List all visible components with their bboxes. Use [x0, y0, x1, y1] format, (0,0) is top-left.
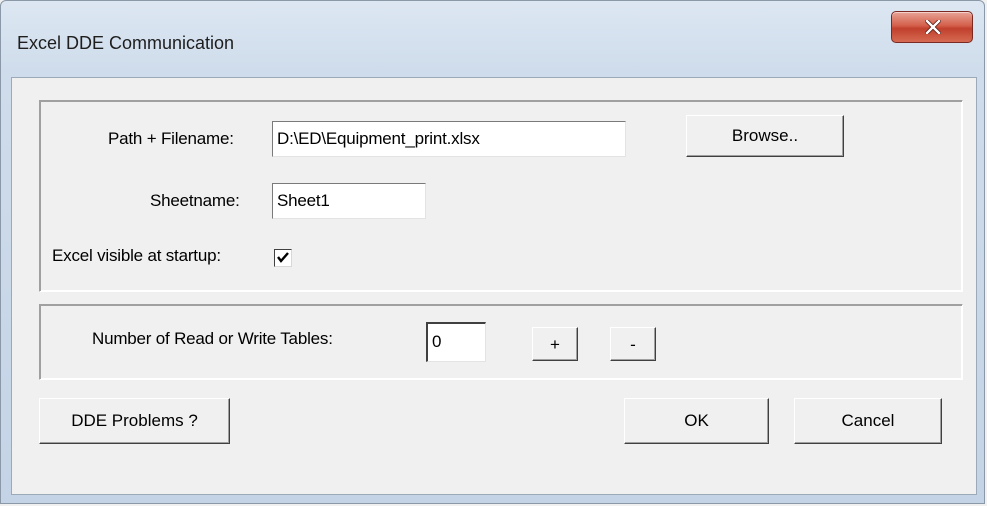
dialog-window: Excel DDE Communication Path + Filename:…: [0, 0, 985, 504]
checkmark-icon: [277, 252, 289, 263]
table-count-label: Number of Read or Write Tables:: [92, 329, 333, 348]
path-filename-label: Path + Filename:: [108, 129, 234, 148]
excel-visible-label: Excel visible at startup:: [52, 246, 221, 265]
dde-problems-button[interactable]: DDE Problems ?: [39, 398, 230, 444]
cancel-button[interactable]: Cancel: [794, 398, 942, 444]
close-button[interactable]: [891, 11, 973, 43]
file-settings-group: Path + Filename: D:\ED\Equipment_print.x…: [39, 100, 963, 292]
tables-group: Number of Read or Write Tables: 0 + -: [39, 304, 963, 380]
remove-table-button[interactable]: -: [610, 327, 656, 361]
close-icon: [925, 20, 941, 34]
sheetname-label: Sheetname:: [150, 191, 240, 210]
window-title: Excel DDE Communication: [17, 33, 235, 53]
sheetname-input[interactable]: Sheet1: [272, 183, 426, 219]
title-bar[interactable]: Excel DDE Communication: [1, 1, 984, 77]
path-filename-input[interactable]: D:\ED\Equipment_print.xlsx: [272, 121, 626, 157]
ok-button[interactable]: OK: [624, 398, 769, 444]
excel-visible-checkbox[interactable]: [274, 249, 292, 267]
dialog-client-area: Path + Filename: D:\ED\Equipment_print.x…: [11, 77, 977, 495]
add-table-button[interactable]: +: [532, 327, 578, 361]
table-count-input[interactable]: 0: [426, 322, 486, 362]
browse-button[interactable]: Browse..: [686, 115, 844, 157]
